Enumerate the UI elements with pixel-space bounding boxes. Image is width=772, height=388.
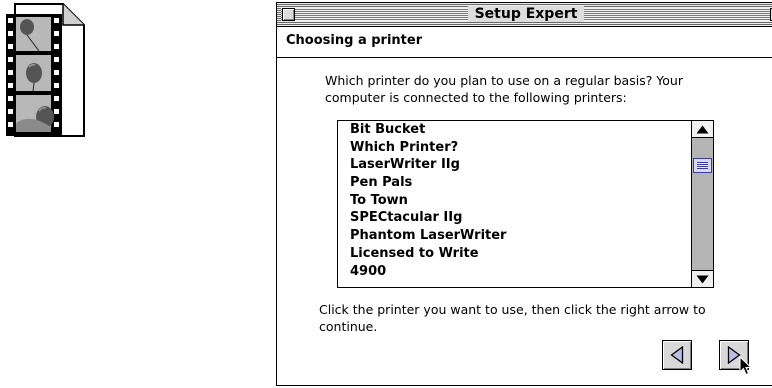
list-item[interactable]: To Town xyxy=(338,192,691,210)
scroll-thumb[interactable] xyxy=(693,158,712,173)
list-item[interactable]: Licensed to Write xyxy=(338,245,691,263)
desktop: Setup Expert Choosing a printer Which pr… xyxy=(0,0,772,388)
section-title: Choosing a printer xyxy=(286,33,423,48)
film-strip-document-icon[interactable] xyxy=(5,3,85,137)
printer-question-line-1: Which printer do you plan to use on a re… xyxy=(325,73,683,88)
scroll-up-arrow-icon[interactable] xyxy=(692,121,713,138)
scroll-track[interactable] xyxy=(692,138,713,270)
printer-list-scrollbar[interactable] xyxy=(691,121,713,287)
instructions-line-1: Click the printer you want to use, then … xyxy=(319,302,706,317)
printer-question: Which printer do you plan to use on a re… xyxy=(325,72,725,106)
list-item[interactable]: SPECtacular IIg xyxy=(338,209,691,227)
window-title-label: Setup Expert xyxy=(467,6,585,22)
title-bar[interactable]: Setup Expert xyxy=(277,3,772,27)
list-item[interactable]: Pen Pals xyxy=(338,174,691,192)
printer-list-items: Bit Bucket Which Printer? LaserWriter II… xyxy=(338,121,691,287)
previous-button[interactable] xyxy=(662,340,692,370)
list-item[interactable]: Phantom LaserWriter xyxy=(338,227,691,245)
instructions-text: Click the printer you want to use, then … xyxy=(319,301,749,335)
setup-expert-window: Setup Expert Choosing a printer Which pr… xyxy=(276,2,772,386)
window-title: Setup Expert xyxy=(277,6,772,23)
list-item[interactable]: 4900 xyxy=(338,263,691,281)
list-item[interactable]: Which Printer? xyxy=(338,139,691,157)
scroll-down-arrow-icon[interactable] xyxy=(692,270,713,287)
list-item[interactable]: Bit Bucket xyxy=(338,121,691,139)
arrow-cursor-icon xyxy=(739,355,753,380)
section-header: Choosing a printer xyxy=(277,27,772,58)
list-item[interactable]: LaserWriter IIg xyxy=(338,156,691,174)
scroll-thumb-grip xyxy=(697,162,708,169)
printer-list[interactable]: Bit Bucket Which Printer? LaserWriter II… xyxy=(337,120,714,288)
left-triangle-icon xyxy=(670,346,684,364)
printer-question-line-2: computer is connected to the following p… xyxy=(325,90,627,105)
instructions-line-2: continue. xyxy=(319,319,378,334)
